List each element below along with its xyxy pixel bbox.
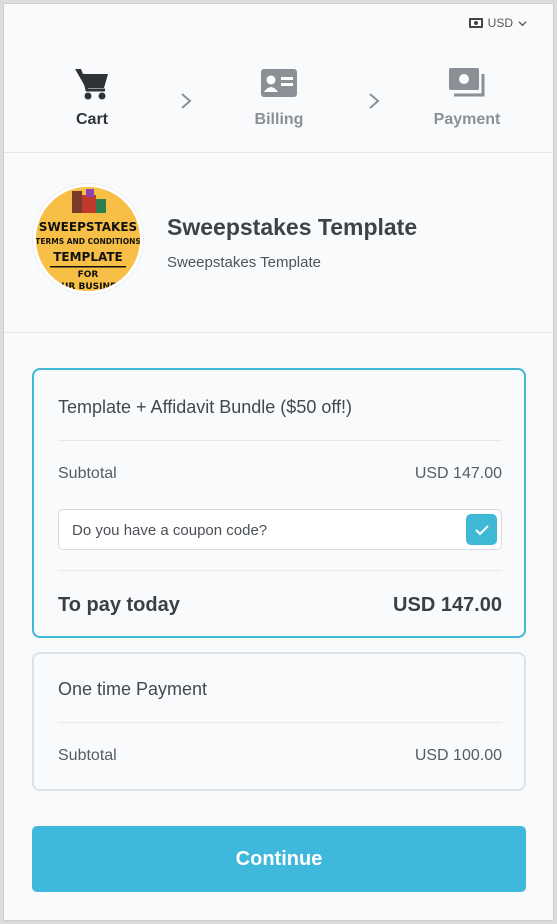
currency-label: USD [487,16,513,30]
step-label: Payment [433,111,501,128]
option-name: One time Payment [58,679,208,699]
divider [58,722,502,723]
step-label: Billing [254,111,304,128]
pricing-option-one-time[interactable]: One time Payment Subtotal USD 100.00 [32,652,526,791]
subtotal-label: Subtotal [58,747,117,764]
chevron-down-icon [518,20,527,26]
currency-selector[interactable]: USD [468,16,527,30]
subtotal-value: USD 147.00 [414,465,502,482]
subtotal-value: USD 100.00 [414,747,502,764]
cash-icon [449,68,485,97]
divider [58,440,502,441]
thumb-line: FOR [78,270,99,280]
cart-icon [75,69,108,100]
coupon-toggle[interactable]: Do you have a coupon code? [58,509,502,550]
checkout-steps: Cart Billing Payment [4,64,553,144]
divider [4,152,553,153]
thumb-line: YOUR BUSINESS [46,282,128,291]
product-thumbnail: SWEEPSTAKES TERMS AND CONDITIONS TEMPLAT… [33,184,143,294]
checkmark-icon [474,524,489,535]
subtotal-row: Subtotal USD 100.00 [58,747,502,765]
divider [4,332,553,333]
thumb-line: SWEEPSTAKES [39,220,137,234]
divider [58,570,502,571]
pricing-option-bundle[interactable]: Template + Affidavit Bundle ($50 off!) S… [32,368,526,638]
product-subtitle: Sweepstakes Template [167,254,321,271]
coupon-checkbox[interactable] [466,514,497,545]
total-label: To pay today [58,594,180,616]
step-label: Cart [75,111,108,128]
id-card-icon [261,69,297,97]
total-value: USD 147.00 [393,594,502,616]
option-name: Template + Affidavit Bundle ($50 off!) [58,397,353,417]
coupon-label: Do you have a coupon code? [72,522,268,539]
checkout-panel: USD Cart Billing Payment SWEEPSTAKES TER… [3,3,554,921]
thumb-line: TEMPLATE [53,250,123,264]
chevron-right-icon [367,91,381,116]
total-row: To pay today USD 147.00 [58,594,502,617]
chevron-right-icon [179,91,193,116]
step-payment[interactable]: Payment [407,64,527,129]
subtotal-row: Subtotal USD 147.00 [58,465,502,483]
step-billing[interactable]: Billing [219,64,339,129]
continue-button[interactable]: Continue [32,826,526,892]
step-cart[interactable]: Cart [32,64,152,129]
product-title: Sweepstakes Template [167,214,418,240]
thumb-line: TERMS AND CONDITIONS [36,237,140,246]
subtotal-label: Subtotal [58,465,117,482]
cash-icon [468,18,483,28]
product-summary: SWEEPSTAKES TERMS AND CONDITIONS TEMPLAT… [33,184,523,304]
